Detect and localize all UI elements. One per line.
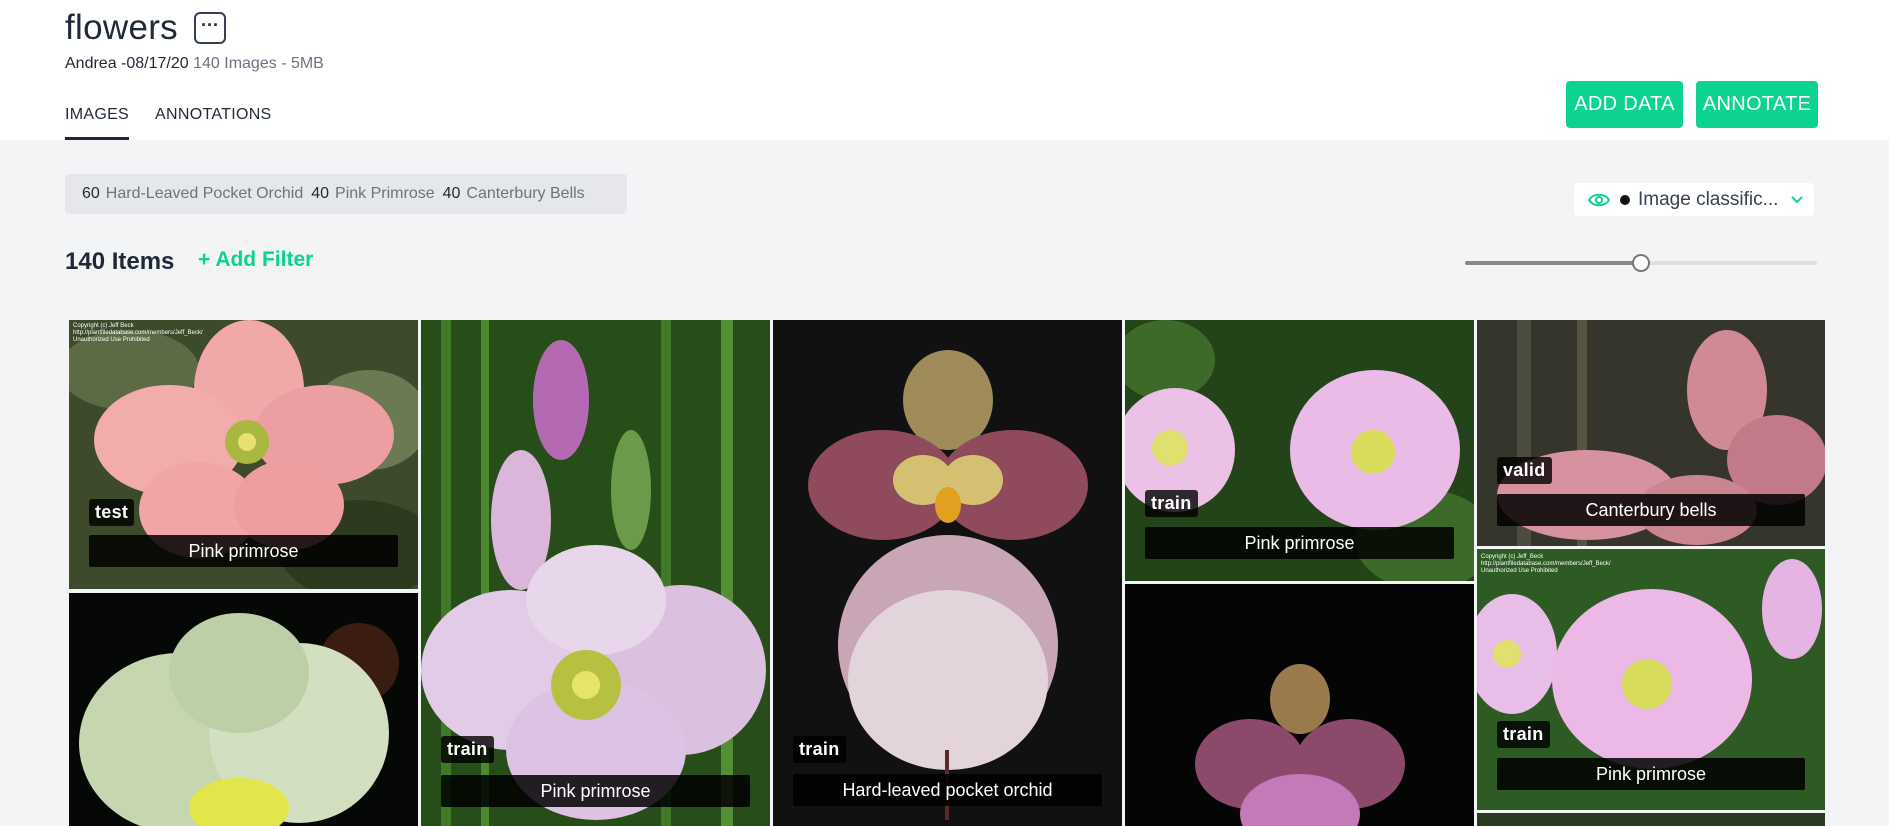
image-card[interactable]: Copyright (c) Jeff Beck http://plantfiled…	[69, 320, 418, 589]
class-count: 60	[82, 185, 100, 202]
slider-handle[interactable]	[1632, 254, 1650, 272]
tab-images[interactable]: IMAGES	[65, 106, 130, 140]
slider-fill	[1465, 261, 1641, 265]
image-card[interactable]	[1125, 584, 1474, 826]
class-count: 40	[311, 185, 330, 202]
dropdown-value: Image classific...	[1638, 188, 1779, 210]
split-badge: test	[89, 499, 135, 526]
watermark-text: Copyright (c) Jeff_Beck http://plantfiled…	[1481, 554, 1611, 574]
title-row: flowers ···	[65, 8, 226, 48]
image-card[interactable]: Copyright (c) Jeff_Beck http://plantfiled…	[1477, 549, 1825, 810]
class-label-badge: Hard-leaved pocket orchid	[793, 774, 1102, 806]
annotate-button[interactable]: ANNOTATE	[1696, 81, 1818, 128]
dataset-title: flowers	[65, 8, 178, 47]
zoom-slider[interactable]	[1465, 253, 1817, 273]
class-label: Hard-Leaved Pocket Orchid	[105, 185, 304, 202]
image-card[interactable]: train Hard-leaved pocket orchid	[773, 320, 1122, 826]
color-dot	[1620, 194, 1630, 205]
image-card[interactable]: train Pink primrose	[1125, 320, 1474, 581]
owner-date: Andrea -08/17/20	[65, 55, 189, 72]
watermark-text: Copyright (c) Jeff Beck http://plantfiled…	[73, 323, 203, 343]
annotation-view-dropdown[interactable]: Image classific...	[1574, 183, 1814, 216]
split-badge: train	[1497, 721, 1550, 748]
class-label-badge: Pink primrose	[1497, 758, 1805, 790]
image-card[interactable]	[69, 593, 418, 826]
image-card[interactable]	[1477, 813, 1825, 826]
tab-annotations[interactable]: ANNOTATIONS	[155, 106, 272, 140]
split-badge: train	[793, 736, 846, 763]
split-badge: valid	[1497, 457, 1552, 484]
class-summary: 60 Hard-Leaved Pocket Orchid 40 Pink Pri…	[65, 174, 627, 214]
image-card[interactable]: train Pink primrose	[421, 320, 770, 826]
chevron-down-icon	[1791, 195, 1804, 203]
class-label-badge: Pink primrose	[89, 535, 398, 567]
eye-icon[interactable]	[1588, 192, 1610, 208]
split-badge: train	[1145, 490, 1198, 517]
split-badge: train	[441, 736, 494, 763]
flower-image	[69, 593, 418, 826]
dataset-meta: Andrea -08/17/20 140 Images - 5MB	[65, 55, 324, 73]
add-filter-button[interactable]: + Add Filter	[198, 248, 313, 272]
class-count: 40	[442, 185, 461, 202]
class-label-badge: Pink primrose	[1145, 527, 1454, 559]
class-label: Pink Primrose	[335, 185, 435, 202]
more-options-button[interactable]: ···	[193, 12, 226, 44]
class-label-badge: Canterbury bells	[1497, 494, 1805, 526]
ellipsis-icon: ···	[200, 15, 219, 35]
items-count: 140 Items	[65, 248, 175, 275]
add-data-button[interactable]: ADD DATA	[1566, 81, 1683, 128]
image-card[interactable]: valid Canterbury bells	[1477, 320, 1825, 546]
tab-bar: IMAGES ANNOTATIONS	[65, 106, 298, 140]
flower-image	[1125, 584, 1474, 826]
dataset-summary: 140 Images - 5MB	[193, 55, 324, 72]
dataset-header: flowers ··· Andrea -08/17/20 140 Images …	[0, 0, 1889, 140]
class-label: Canterbury Bells	[466, 185, 585, 202]
class-label-badge: Pink primrose	[441, 775, 750, 807]
